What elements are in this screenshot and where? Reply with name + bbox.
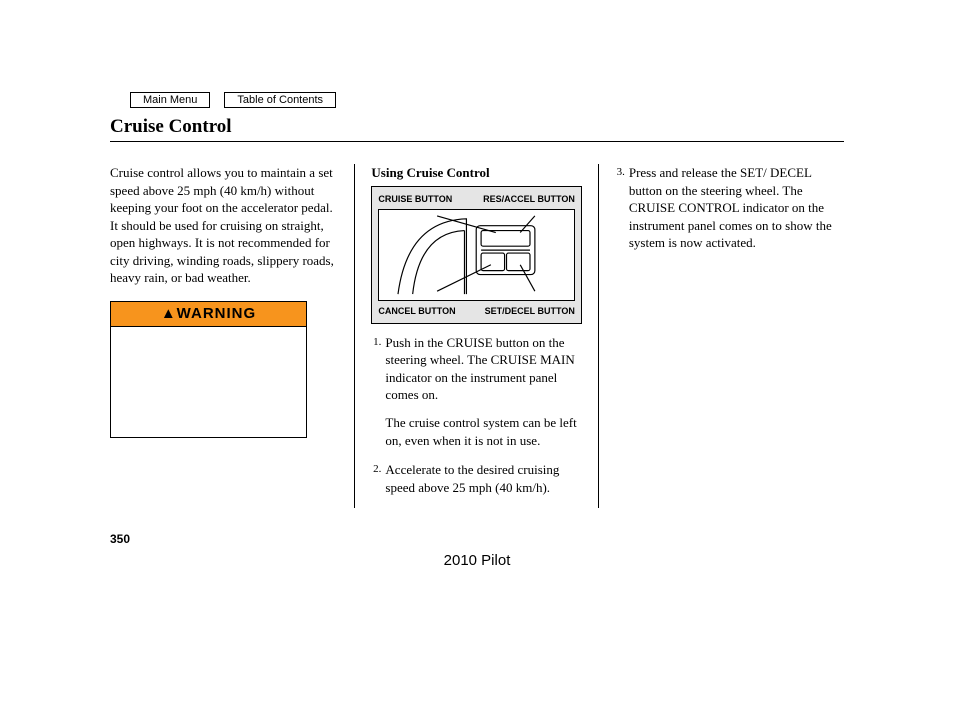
column-1: Cruise control allows you to maintain a …: [110, 164, 354, 508]
diagram-label-cancel-button: CANCEL BUTTON: [378, 305, 455, 317]
page-number: 350: [110, 532, 844, 546]
using-cruise-subhead: Using Cruise Control: [371, 164, 581, 182]
warning-box: ▲WARNING: [110, 301, 307, 438]
step-text: Accelerate to the desired cruising speed…: [385, 461, 581, 496]
warning-label: WARNING: [177, 305, 257, 322]
steering-wheel-diagram: [378, 209, 574, 301]
title-bar: Cruise Control: [110, 116, 844, 142]
step-text: Press and release the SET/ DECEL button …: [629, 164, 843, 252]
toc-link[interactable]: Table of Contents: [224, 92, 336, 108]
step-number: 1.: [371, 334, 381, 449]
step-number: 2.: [371, 461, 381, 496]
diagram-box: CRUISE BUTTON RES/ACCEL BUTTON: [371, 186, 581, 324]
warning-triangle-icon: ▲: [161, 305, 177, 322]
warning-body: [111, 327, 306, 437]
column-2: Using Cruise Control CRUISE BUTTON RES/A…: [354, 164, 598, 508]
step-2: 2. Accelerate to the desired cruising sp…: [371, 461, 581, 496]
content-columns: Cruise control allows you to maintain a …: [110, 164, 844, 508]
warning-header: ▲WARNING: [111, 302, 306, 327]
footer-model: 2010 Pilot: [110, 552, 844, 569]
step-note: The cruise control system can be left on…: [385, 414, 581, 449]
main-menu-link[interactable]: Main Menu: [130, 92, 210, 108]
diagram-label-cruise-button: CRUISE BUTTON: [378, 193, 452, 205]
diagram-label-res-accel: RES/ACCEL BUTTON: [483, 193, 575, 205]
page-title: Cruise Control: [110, 116, 232, 137]
step-text: Push in the CRUISE button on the steerin…: [385, 335, 574, 403]
step-3: 3. Press and release the SET/ DECEL butt…: [615, 164, 843, 252]
steering-wheel-icon: [379, 211, 573, 299]
step-number: 3.: [615, 164, 625, 252]
intro-paragraph: Cruise control allows you to maintain a …: [110, 164, 336, 287]
step-1: 1. Push in the CRUISE button on the stee…: [371, 334, 581, 449]
diagram-label-set-decel: SET/DECEL BUTTON: [485, 305, 575, 317]
nav-links: Main Menu Table of Contents: [130, 92, 336, 108]
manual-page: Main Menu Table of Contents Cruise Contr…: [0, 0, 954, 599]
column-3: 3. Press and release the SET/ DECEL butt…: [599, 164, 843, 508]
